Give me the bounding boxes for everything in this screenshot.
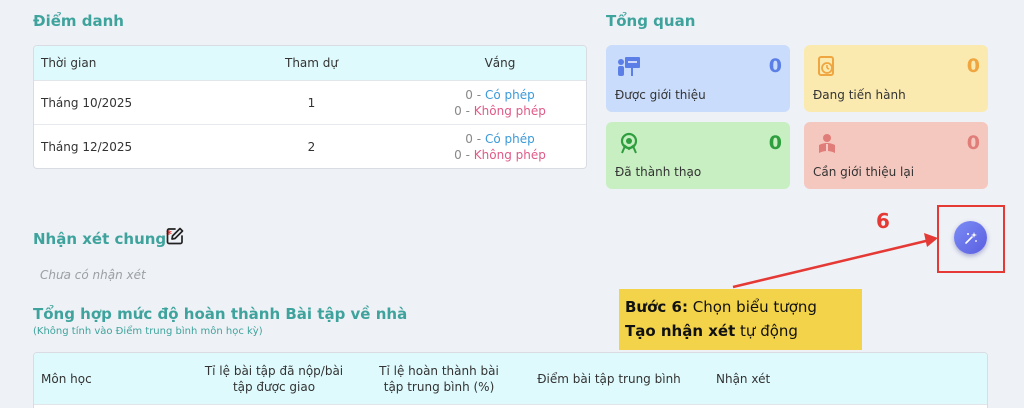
homework-table: Môn học Tỉ lệ bài tập đã nộp/bài tập đượ… bbox=[33, 352, 988, 408]
annotation-arrow bbox=[732, 233, 938, 289]
header-subject: Môn học bbox=[41, 371, 92, 386]
header-comment: Nhận xét bbox=[716, 371, 771, 386]
header-submitted-ratio: Tỉ lệ bài tập đã nộp/bài tập được giao bbox=[204, 363, 344, 394]
callout-action-label: Tạo nhận xét bbox=[625, 322, 736, 340]
callout-text-2: tự động bbox=[735, 322, 798, 340]
annotation-callout: Bước 6: Chọn biểu tượng Tạo nhận xét tự … bbox=[619, 289, 862, 350]
homework-table-header: Môn học Tỉ lệ bài tập đã nộp/bài tập đượ… bbox=[34, 353, 987, 405]
header-completion-ratio: Tỉ lệ hoàn thành bài tập trung bình (%) bbox=[379, 363, 499, 394]
callout-text-1: Chọn biểu tượng bbox=[687, 298, 817, 316]
callout-step-label: Bước 6: bbox=[625, 298, 688, 316]
homework-title: Tổng hợp mức độ hoàn thành Bài tập về nh… bbox=[33, 305, 408, 323]
header-avg-score: Điểm bài tập trung bình bbox=[537, 371, 681, 386]
homework-subtitle: (Không tính vào Điểm trung bình môn học … bbox=[33, 326, 263, 337]
